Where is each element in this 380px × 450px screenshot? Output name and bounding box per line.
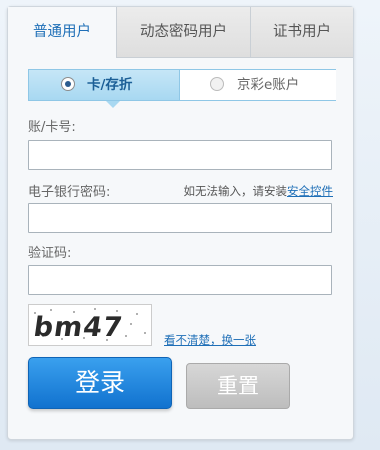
login-panel: 普通用户 动态密码用户 证书用户 卡/存折 京彩e账户 账/卡号: 电子银行密码… (7, 6, 354, 440)
login-button[interactable]: 登录 (28, 357, 172, 409)
reset-button[interactable]: 重置 (186, 363, 290, 409)
tab-dynamic-password-user[interactable]: 动态密码用户 (116, 7, 250, 58)
tab-regular-user[interactable]: 普通用户 (8, 7, 116, 58)
account-option-card-label: 卡/存折 (87, 77, 133, 93)
account-type-toggle: 卡/存折 京彩e账户 (28, 69, 336, 101)
password-hint-text: 如无法输入，请安装 (183, 184, 288, 198)
card-number-input[interactable] (28, 140, 332, 170)
password-hint: 如无法输入，请安装安全控件 (184, 183, 334, 199)
captcha-refresh-link[interactable]: 看不清楚，换一张 (164, 332, 256, 348)
tab-certificate-user[interactable]: 证书用户 (250, 7, 353, 58)
captcha-text: bm47 (32, 312, 125, 343)
account-option-ecard[interactable]: 京彩e账户 (179, 70, 336, 100)
radio-unselected-icon (210, 77, 224, 91)
captcha-input[interactable] (28, 265, 332, 295)
password-input[interactable] (28, 203, 332, 233)
install-security-control-link[interactable]: 安全控件 (287, 184, 333, 198)
radio-selected-icon (61, 77, 75, 91)
card-number-label: 账/卡号: (28, 120, 76, 135)
account-option-card[interactable]: 卡/存折 (29, 70, 179, 100)
selected-pointer-icon (106, 101, 120, 108)
password-label: 电子银行密码: (28, 185, 111, 200)
account-option-ecard-label: 京彩e账户 (237, 77, 300, 93)
captcha-image: bm47 (28, 304, 152, 346)
captcha-label: 验证码: (28, 246, 72, 261)
user-type-tabs: 普通用户 动态密码用户 证书用户 (8, 7, 353, 59)
